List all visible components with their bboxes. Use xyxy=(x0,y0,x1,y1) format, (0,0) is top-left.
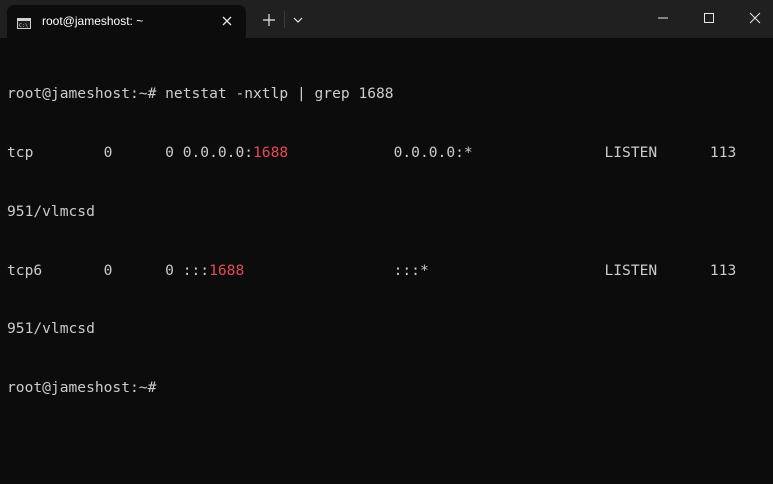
minimize-icon xyxy=(658,17,668,19)
output-text: tcp6 0 0 ::: xyxy=(7,261,210,279)
maximize-button[interactable] xyxy=(686,0,732,36)
prompt-line: root@jameshost:~# xyxy=(7,379,157,397)
new-tab-plus-icon[interactable] xyxy=(258,9,280,31)
chevron-down-icon[interactable] xyxy=(289,11,307,29)
grep-match: 1688 xyxy=(209,261,245,279)
tab-separator xyxy=(284,11,285,28)
tab-title: root@jameshost: ~ xyxy=(42,14,144,28)
output-line-tcp: tcp 0 0 0.0.0.0:1688 0.0.0.0:* LISTEN 11… xyxy=(7,143,767,163)
terminal-output[interactable]: root@jameshost:~# netstat -nxtlp | grep … xyxy=(7,45,767,475)
command-line: root@jameshost:~# netstat -nxtlp | grep … xyxy=(7,85,394,103)
output-text: 0.0.0.0:* LISTEN 113 xyxy=(288,143,737,161)
terminal-window: C:\ root@jameshost: ~ root@jameshost:~# … xyxy=(0,0,773,484)
close-window-button[interactable] xyxy=(732,0,773,36)
close-tab-icon[interactable] xyxy=(220,14,234,28)
terminal-icon: C:\ xyxy=(17,16,31,29)
tab-root-jameshost[interactable]: C:\ root@jameshost: ~ xyxy=(7,5,246,38)
output-text: tcp 0 0 0.0.0.0: xyxy=(7,143,254,161)
close-icon xyxy=(749,12,761,24)
output-text: :::* LISTEN 113 xyxy=(244,261,737,279)
svg-text:C:\: C:\ xyxy=(19,23,28,29)
minimize-button[interactable] xyxy=(640,0,686,36)
output-line-tcp6: tcp6 0 0 :::1688 :::* LISTEN 113 xyxy=(7,261,767,281)
grep-match: 1688 xyxy=(253,143,289,161)
maximize-icon xyxy=(704,13,714,23)
output-line-wrap: 951/vlmcsd xyxy=(7,320,95,338)
output-line-wrap: 951/vlmcsd xyxy=(7,202,95,220)
title-bar[interactable]: C:\ root@jameshost: ~ xyxy=(0,0,773,38)
